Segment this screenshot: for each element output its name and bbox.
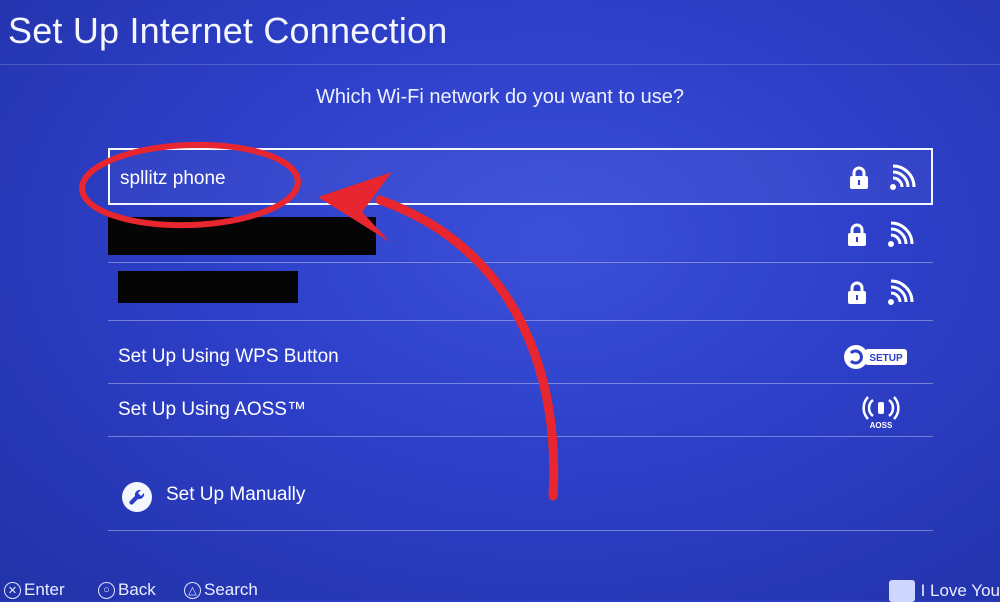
search-label: Search bbox=[204, 580, 258, 599]
back-hint[interactable]: ○ Back bbox=[98, 580, 156, 600]
redaction-bar bbox=[118, 271, 298, 303]
enter-hint[interactable]: ✕ Enter bbox=[4, 580, 65, 600]
search-hint[interactable]: △ Search bbox=[184, 580, 258, 600]
wps-setup-label: Set Up Using WPS Button bbox=[118, 346, 339, 367]
lock-icon bbox=[850, 166, 868, 189]
network-list: spllitz phone Set Up Using WPS Button SE… bbox=[108, 148, 933, 437]
aoss-setup-option[interactable]: Set Up Using AOSS™ AOSS bbox=[108, 384, 933, 437]
back-label: Back bbox=[118, 580, 156, 599]
user-badge: I Love You bbox=[888, 580, 1000, 602]
redaction-bar bbox=[108, 217, 376, 255]
wifi-signal-icon bbox=[890, 164, 916, 190]
aoss-setup-label: Set Up Using AOSS™ bbox=[118, 399, 306, 420]
aoss-icon-text: AOSS bbox=[870, 421, 893, 430]
network-question: Which Wi-Fi network do you want to use? bbox=[316, 86, 684, 108]
network-item[interactable] bbox=[108, 263, 933, 321]
triangle-button-icon: △ bbox=[184, 581, 201, 599]
wifi-signal-icon bbox=[888, 221, 914, 247]
page-title: Set Up Internet Connection bbox=[8, 10, 448, 51]
wrench-icon bbox=[122, 482, 152, 512]
controller-hints: ✕ Enter ○ Back △ Search I Love You bbox=[0, 578, 1000, 602]
aoss-icon: AOSS bbox=[862, 396, 900, 430]
enter-label: Enter bbox=[24, 580, 65, 599]
network-name: spllitz phone bbox=[120, 168, 226, 189]
circle-button-icon: ○ bbox=[98, 581, 115, 599]
wifi-signal-icon bbox=[888, 279, 914, 305]
manual-setup-label: Set Up Manually bbox=[166, 484, 306, 505]
wps-setup-option[interactable]: Set Up Using WPS Button SETUP bbox=[108, 331, 933, 384]
network-item-selected[interactable]: spllitz phone bbox=[108, 148, 933, 205]
network-item[interactable] bbox=[108, 205, 933, 263]
wps-icon-text: SETUP bbox=[869, 353, 903, 364]
cross-button-icon: ✕ bbox=[4, 581, 21, 599]
wps-setup-icon: SETUP bbox=[844, 345, 907, 369]
user-name: I Love You bbox=[920, 581, 1000, 600]
avatar bbox=[888, 580, 915, 602]
manual-setup-option[interactable]: Set Up Manually bbox=[108, 468, 933, 531]
lock-icon bbox=[848, 223, 866, 246]
lock-icon bbox=[848, 281, 866, 304]
title-divider bbox=[0, 64, 1000, 65]
